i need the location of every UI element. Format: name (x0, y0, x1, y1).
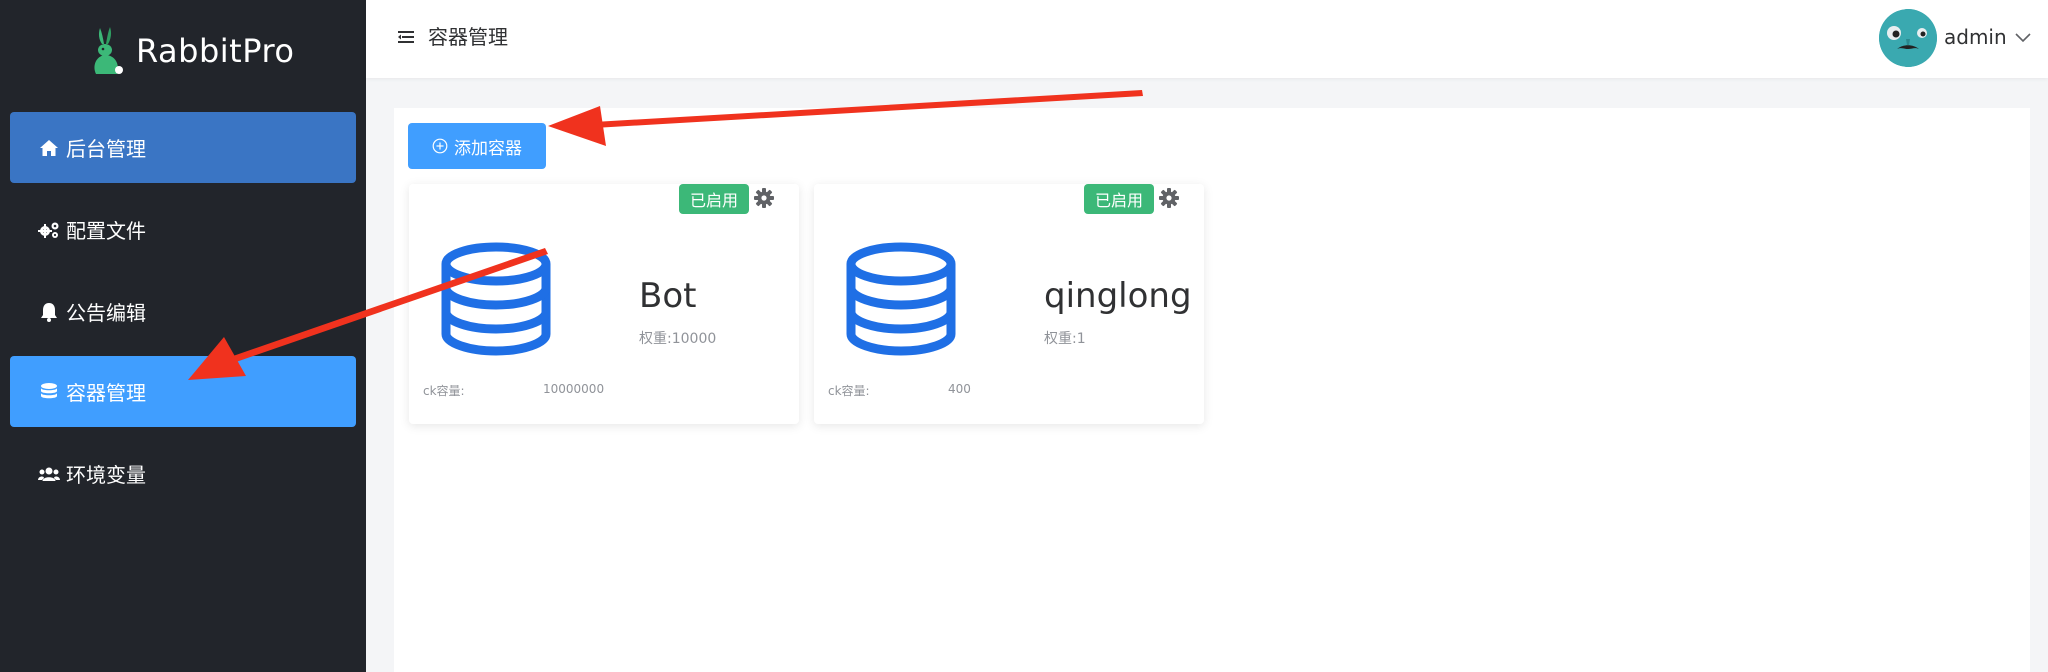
sidebar-item-label: 后台管理 (66, 137, 146, 161)
menu-toggle-icon[interactable] (398, 29, 414, 45)
chevron-down-icon[interactable] (2014, 30, 2032, 44)
status-badge: 已启用 (679, 184, 749, 214)
sidebar-item-label: 配置文件 (66, 219, 146, 243)
sidebar-item-containers[interactable]: 容器管理 (10, 356, 356, 427)
rabbit-logo-icon (94, 27, 123, 74)
gear-icon[interactable] (753, 187, 775, 209)
sidebar-item-dashboard[interactable]: 后台管理 (10, 112, 356, 183)
sidebar-item-config[interactable]: 配置文件 (10, 194, 356, 265)
sidebar: RabbitPro 后台管理 配置文件 公告编辑 容器管理 环境变量 (0, 0, 366, 672)
sidebar-item-label: 环境变量 (66, 463, 146, 487)
ck-capacity-label: ck容量: (423, 384, 465, 398)
plus-circle-icon (432, 138, 448, 154)
ck-capacity-label: ck容量: (828, 384, 870, 398)
avatar[interactable] (1879, 9, 1937, 67)
database-icon (846, 242, 956, 356)
container-name: Bot (639, 276, 697, 316)
sidebar-item-label: 公告编辑 (66, 301, 146, 325)
container-weight: 权重:1 (1044, 331, 1086, 347)
ck-capacity-value: 400 (948, 382, 971, 396)
database-icon (38, 381, 60, 403)
home-icon (38, 137, 60, 159)
add-container-button[interactable]: 添加容器 (408, 123, 546, 169)
container-weight: 权重:10000 (639, 331, 717, 347)
brand-name: RabbitPro (136, 32, 295, 70)
sidebar-item-env[interactable]: 环境变量 (10, 438, 356, 509)
container-card-qinglong[interactable]: 已启用 qinglong 权重:1 ck容量: 400 (814, 184, 1204, 424)
sidebar-item-label: 容器管理 (66, 381, 146, 405)
username[interactable]: admin (1944, 22, 2007, 52)
sidebar-item-notice[interactable]: 公告编辑 (10, 276, 356, 347)
database-icon (441, 242, 551, 356)
page-title: 容器管理 (428, 25, 508, 49)
add-container-label: 添加容器 (454, 138, 522, 158)
bell-icon (38, 301, 60, 323)
container-card-bot[interactable]: 已启用 Bot 权重:10000 ck容量: 10000000 (409, 184, 799, 424)
top-header: 容器管理 admin (366, 0, 2048, 78)
gears-icon (38, 219, 60, 241)
brand[interactable]: RabbitPro (90, 24, 294, 78)
status-badge: 已启用 (1084, 184, 1154, 214)
ck-capacity-value: 10000000 (543, 382, 605, 396)
container-name: qinglong (1044, 276, 1192, 316)
users-icon (38, 463, 60, 485)
gear-icon[interactable] (1158, 187, 1180, 209)
